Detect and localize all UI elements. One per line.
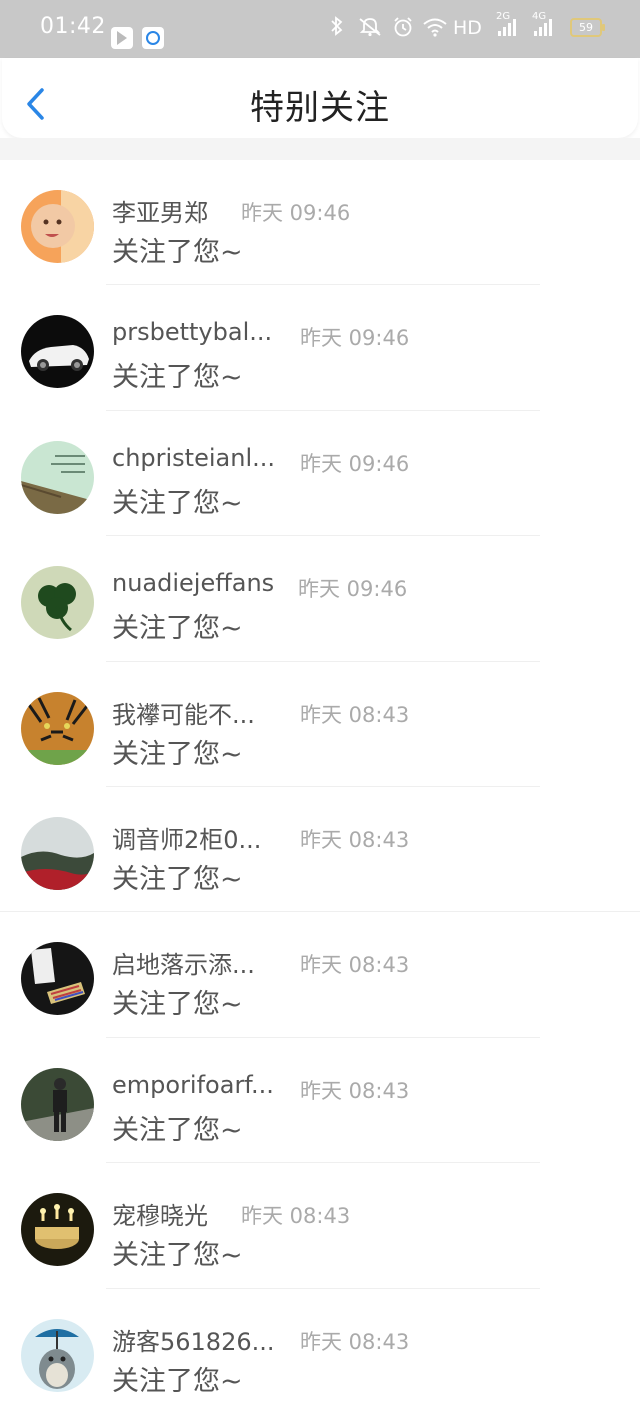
app-notification-icon <box>111 27 133 49</box>
alarm-icon <box>394 17 412 37</box>
user-name[interactable]: nuadiejeffans <box>112 569 274 597</box>
signal-2g-icon <box>498 18 518 36</box>
timestamp: 昨天 09:46 <box>241 201 351 225</box>
status-time: 01:42 <box>40 14 106 39</box>
user-name[interactable]: prsbettybal... <box>112 318 272 346</box>
navigation-bar: 特别关注 <box>2 58 638 138</box>
signal-4g-icon <box>534 18 554 36</box>
message-text: 关注了您~ <box>112 487 243 519</box>
list-item[interactable]: chpristeianl... 昨天 09:46 关注了您~ <box>0 411 640 537</box>
user-name[interactable]: emporifoarf... <box>112 1071 274 1099</box>
timestamp: 昨天 09:46 <box>300 451 410 476</box>
list-item[interactable]: 我襻可能不... 昨天 08:43 关注了您~ <box>0 662 640 787</box>
page-title: 特别关注 <box>250 88 390 128</box>
list-item[interactable]: emporifoarf... 昨天 08:43 关注了您~ <box>0 1038 640 1164</box>
avatar[interactable] <box>21 440 94 514</box>
list-item[interactable]: nuadiejeffans 昨天 09:46 关注了您~ <box>0 536 640 662</box>
user-name[interactable]: chpristeianl... <box>112 444 275 472</box>
avatar[interactable] <box>21 1318 94 1392</box>
mute-icon <box>359 18 381 37</box>
list-item[interactable]: 宠穆晓光 昨天 08:43 关注了您~ <box>0 1163 640 1289</box>
timestamp: 昨天 08:43 <box>241 1204 351 1229</box>
user-name[interactable]: 李亚男郑 <box>112 193 208 228</box>
list-item[interactable]: 李亚男郑 昨天 09:46 关注了您~ <box>0 160 640 286</box>
message-text: 关注了您~ <box>112 362 243 394</box>
battery-icon: 59 <box>570 18 605 37</box>
message-text: 关注了您~ <box>112 989 243 1021</box>
message-text: 关注了您~ <box>112 1114 243 1146</box>
timestamp: 昨天 08:43 <box>300 953 410 978</box>
message-text: 关注了您~ <box>112 863 243 895</box>
hd-indicator: HD <box>453 17 482 39</box>
avatar[interactable] <box>21 315 94 389</box>
avatar[interactable] <box>21 1193 94 1267</box>
avatar[interactable] <box>21 816 94 890</box>
status-icons: HD 2G 4G 59 <box>330 12 630 44</box>
user-name[interactable]: 宠穆晓光 <box>112 1196 208 1231</box>
timestamp: 昨天 08:43 <box>300 1329 410 1354</box>
browser-notification-icon <box>142 27 164 49</box>
list-item[interactable]: 启地落示添... 昨天 08:43 关注了您~ <box>0 912 640 1038</box>
header-separator <box>0 138 640 160</box>
notification-list: 李亚男郑 昨天 09:46 关注了您~ prsbettybal... 昨天 09… <box>0 160 640 1414</box>
list-item[interactable]: prsbettybal... 昨天 09:46 关注了您~ <box>0 285 640 411</box>
timestamp: 昨天 09:46 <box>298 577 408 602</box>
timestamp: 昨天 09:46 <box>300 326 410 351</box>
wifi-icon <box>423 18 447 37</box>
user-name[interactable]: 游客561826... <box>112 1322 275 1357</box>
bluetooth-icon <box>331 16 343 36</box>
avatar[interactable] <box>21 1067 94 1141</box>
user-name[interactable]: 启地落示添... <box>112 945 255 980</box>
list-item[interactable]: 游客561826... 昨天 08:43 关注了您~ <box>0 1289 640 1414</box>
user-name[interactable]: 我襻可能不... <box>112 695 255 730</box>
avatar[interactable] <box>21 942 94 1016</box>
message-text: 关注了您~ <box>112 738 243 770</box>
message-text: 关注了您~ <box>112 237 243 268</box>
timestamp: 昨天 08:43 <box>300 827 410 852</box>
message-text: 关注了您~ <box>112 1240 243 1272</box>
message-text: 关注了您~ <box>112 613 243 645</box>
timestamp: 昨天 08:43 <box>300 702 410 727</box>
list-item[interactable]: 调音师2柜0... 昨天 08:43 关注了您~ <box>0 787 640 913</box>
avatar[interactable] <box>21 691 94 765</box>
avatar[interactable] <box>21 190 94 263</box>
timestamp: 昨天 08:43 <box>300 1078 410 1103</box>
message-text: 关注了您~ <box>112 1365 243 1397</box>
user-name[interactable]: 调音师2柜0... <box>112 820 261 855</box>
status-bar: 01:42 HD 2G 4G 59 <box>0 0 640 58</box>
avatar[interactable] <box>21 566 94 640</box>
